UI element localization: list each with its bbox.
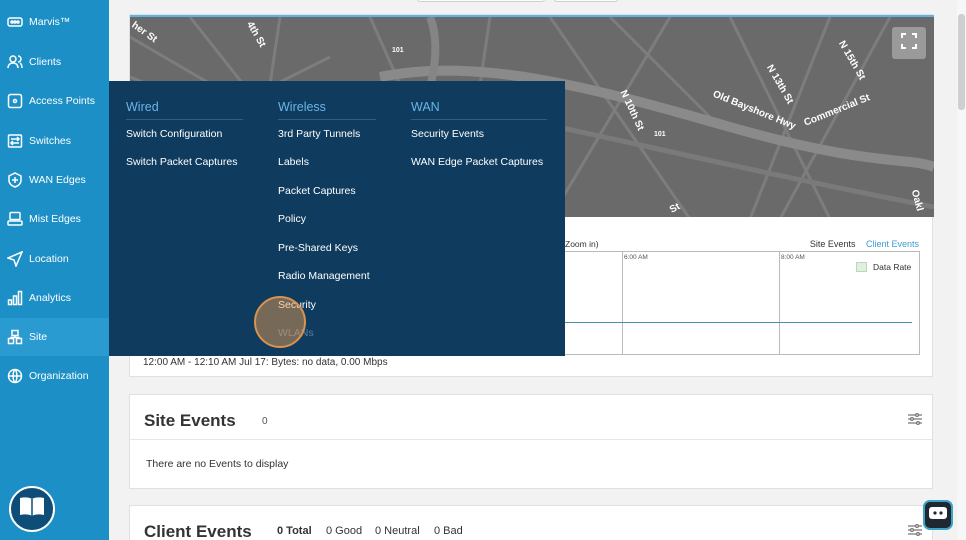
chart-zoom-hint: Zoom in) (565, 239, 599, 249)
menu-heading-wired: Wired (126, 100, 159, 114)
chart-tick-label: 8:00 AM (781, 254, 805, 261)
sidebar-item-organization[interactable]: Organization (0, 357, 109, 395)
site-events-count: 0 (262, 416, 268, 427)
site-dropdown-menu: Wired Switch Configuration Switch Packet… (109, 81, 565, 356)
chart-bytes-readout: 12:00 AM - 12:10 AM Jul 17: Bytes: no da… (143, 357, 388, 368)
marvis-icon (7, 14, 23, 30)
sidebar-item-label: Marvis™ (29, 16, 71, 28)
sidebar-item-label: Access Points (29, 95, 95, 107)
organization-icon (7, 368, 23, 384)
site-events-card: Site Events 0 There are no Events to dis… (129, 394, 933, 489)
client-events-card: Client Events 0 Total 0 Good 0 Neutral 0… (129, 505, 933, 540)
menu-item-3rd-party-tunnels[interactable]: 3rd Party Tunnels (278, 128, 360, 140)
sidebar-item-label: Switches (29, 135, 72, 147)
bot-icon (928, 506, 948, 525)
sidebar-item-wan-edges[interactable]: WAN Edges (0, 161, 109, 199)
filter-icon[interactable] (908, 523, 922, 537)
chart-legend: Data Rate (856, 262, 911, 272)
sidebar-item-mist-edges[interactable]: Mist Edges (0, 200, 109, 238)
site-icon (7, 329, 23, 345)
site-events-title: Site Events (144, 411, 236, 430)
client-events-bad[interactable]: 0 Bad (434, 525, 463, 537)
mist-edge-icon (7, 211, 23, 227)
top-tab-right[interactable] (554, 0, 618, 2)
sidebar-item-label: WAN Edges (29, 174, 86, 186)
menu-heading-rule (278, 119, 376, 120)
chart-tick-label: 6:00 AM (624, 254, 648, 261)
sidebar-item-label: Site (29, 331, 48, 343)
menu-item-labels[interactable]: Labels (278, 156, 309, 168)
top-tab-left[interactable] (417, 0, 545, 2)
menu-item-switch-packet-captures[interactable]: Switch Packet Captures (126, 156, 237, 168)
chart-gridline (622, 252, 623, 355)
map-highway-label: 101 (654, 131, 666, 138)
page-scrollbar[interactable] (957, 0, 966, 540)
tab-site-events[interactable]: Site Events (810, 239, 856, 249)
fullscreen-icon (901, 32, 917, 54)
data-rate-line (564, 322, 912, 323)
click-indicator (254, 296, 306, 348)
sidebar: Marvis™ Clients Access Points Switches W… (0, 0, 109, 540)
chart-tabs: Site Events Client Events (802, 239, 919, 249)
analytics-icon (7, 290, 23, 306)
menu-item-packet-captures[interactable]: Packet Captures (278, 185, 356, 197)
fullscreen-button[interactable] (892, 27, 926, 59)
chart-gridline (779, 252, 780, 355)
data-rate-chart[interactable]: 6:00 AM 8:00 AM Data Rate (563, 251, 920, 355)
sidebar-item-marvis[interactable]: Marvis™ (0, 3, 109, 41)
location-icon (7, 251, 23, 267)
client-events-title: Client Events (144, 522, 252, 540)
client-events-neutral[interactable]: 0 Neutral (375, 525, 420, 537)
menu-item-policy[interactable]: Policy (278, 213, 306, 225)
legend-swatch (856, 262, 867, 272)
menu-heading-rule (126, 119, 243, 120)
menu-heading-rule (411, 119, 547, 120)
sidebar-item-switches[interactable]: Switches (0, 122, 109, 160)
sidebar-item-label: Clients (29, 56, 62, 68)
menu-item-pre-shared-keys[interactable]: Pre-Shared Keys (278, 242, 358, 254)
help-book-button[interactable] (9, 486, 55, 532)
sidebar-item-label: Location (29, 253, 69, 265)
legend-label: Data Rate (873, 262, 912, 272)
client-events-total[interactable]: 0 Total (277, 525, 312, 537)
sidebar-item-analytics[interactable]: Analytics (0, 279, 109, 317)
sidebar-item-label: Analytics (29, 292, 72, 304)
menu-heading-wan: WAN (411, 100, 440, 114)
sidebar-item-location[interactable]: Location (0, 240, 109, 278)
scrollbar-thumb[interactable] (958, 14, 965, 110)
sidebar-item-access-points[interactable]: Access Points (0, 82, 109, 120)
sidebar-item-clients[interactable]: Clients (0, 43, 109, 81)
book-icon (18, 495, 46, 524)
access-point-icon (7, 93, 23, 109)
menu-item-wan-edge-packet-captures[interactable]: WAN Edge Packet Captures (411, 156, 543, 168)
menu-item-radio-management[interactable]: Radio Management (278, 270, 370, 282)
sidebar-item-label: Organization (29, 370, 89, 382)
client-events-good[interactable]: 0 Good (326, 525, 362, 537)
sidebar-item-label: Mist Edges (29, 213, 81, 225)
menu-item-security-events[interactable]: Security Events (411, 128, 484, 140)
chat-bot-button[interactable] (923, 500, 953, 530)
tab-client-events[interactable]: Client Events (866, 239, 919, 249)
sidebar-item-site[interactable]: Site (0, 318, 109, 356)
card-divider (130, 439, 932, 440)
site-events-empty: There are no Events to display (146, 458, 289, 470)
menu-item-switch-configuration[interactable]: Switch Configuration (126, 128, 222, 140)
menu-heading-wireless: Wireless (278, 100, 326, 114)
switch-icon (7, 133, 23, 149)
wan-edge-icon (7, 172, 23, 188)
clients-icon (7, 54, 23, 70)
filter-icon[interactable] (908, 412, 922, 426)
map-highway-label: 101 (392, 47, 404, 54)
